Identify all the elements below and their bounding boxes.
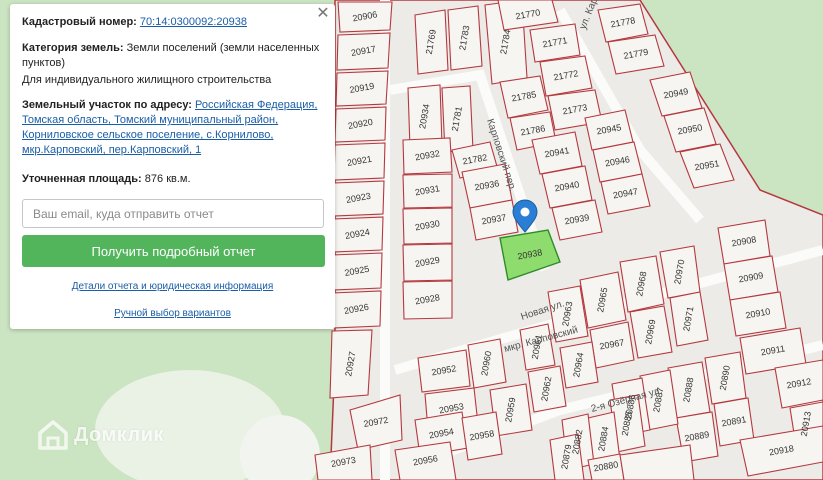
details-link-wrap: Детали отчета и юридическая информация [10, 281, 335, 292]
cadastral-info-panel: ✕ Кадастровый номер: 70:14:0300092:20938… [10, 4, 335, 329]
usage-text: Для индивидуального жилищного строительс… [22, 74, 272, 86]
manual-link-wrap: Ручной выбор вариантов [10, 308, 335, 319]
category-label: Категория земель: [22, 42, 124, 54]
details-link[interactable]: Детали отчета и юридическая информация [72, 281, 274, 292]
area-label: Уточненная площадь: [22, 173, 142, 185]
email-input[interactable] [22, 199, 324, 228]
manual-selection-link[interactable]: Ручной выбор вариантов [114, 308, 231, 319]
address-label: Земельный участок по адресу: [22, 99, 192, 111]
category-row: Категория земель: Земли поселений (земли… [22, 41, 322, 71]
logo-text: Домклик [74, 423, 165, 446]
address-row: Земельный участок по адресу: Российская … [22, 98, 322, 158]
cadastral-number-row: Кадастровый номер: 70:14:0300092:20938 [22, 15, 322, 30]
get-report-button[interactable]: Получить подробный отчет [22, 235, 325, 267]
domclick-logo: Домклик [38, 418, 164, 452]
house-logo-icon [38, 420, 68, 450]
area-row: Уточненная площадь: 876 кв.м. [22, 172, 322, 187]
area-value: 876 кв.м. [144, 173, 191, 185]
cadastral-number-link[interactable]: 70:14:0300092:20938 [140, 16, 247, 28]
cadastral-label: Кадастровый номер: [22, 16, 137, 28]
